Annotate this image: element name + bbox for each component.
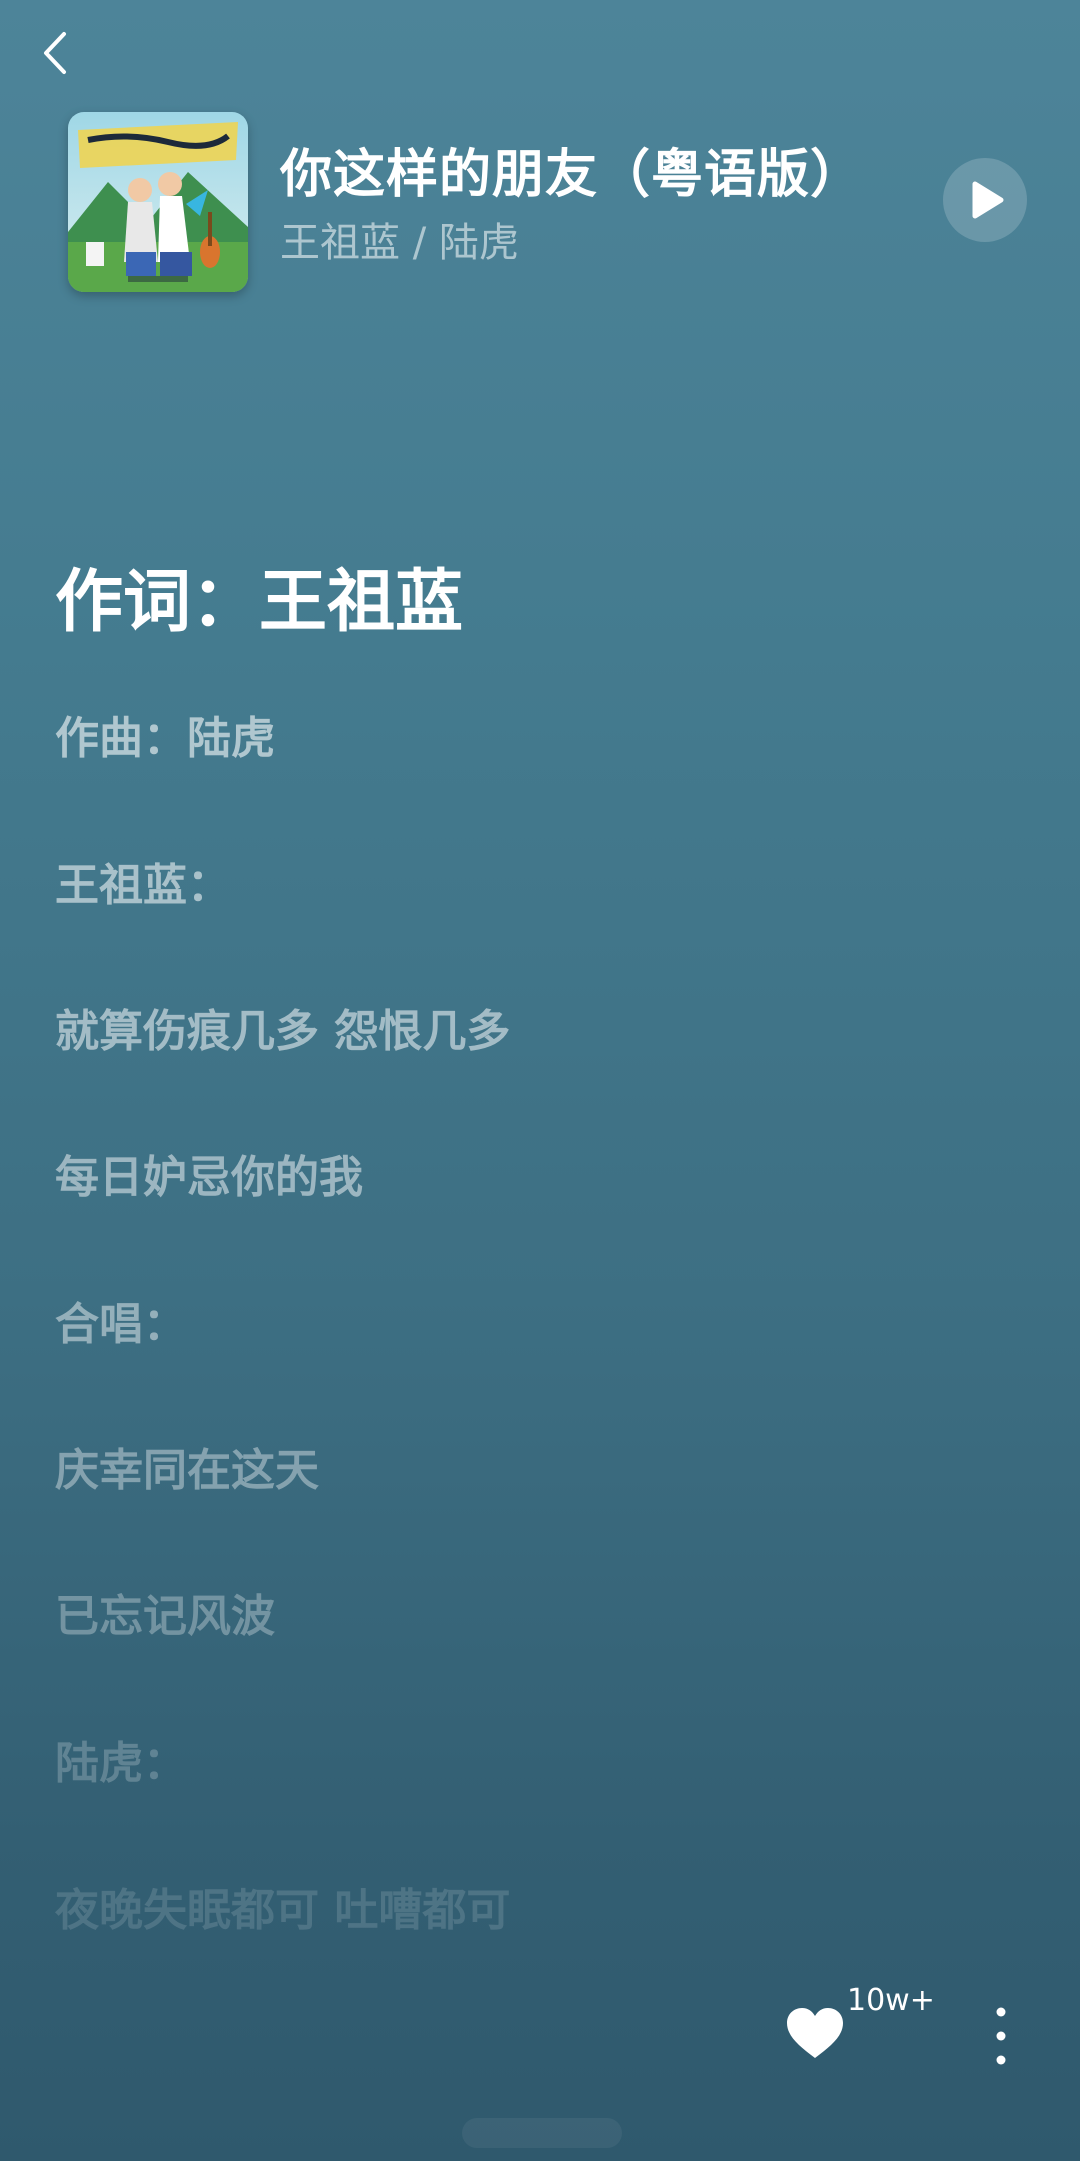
like-button[interactable] [785, 2006, 845, 2062]
lyric-line: 作曲：陆虎 [55, 713, 275, 764]
play-button[interactable] [943, 158, 1027, 242]
watermark [462, 2118, 622, 2148]
lyric-line: 合唱： [55, 1299, 187, 1350]
lyric-line: 王祖蓝： [55, 860, 231, 911]
lyric-line: 就算伤痕几多 怨恨几多 [55, 1006, 511, 1057]
play-icon [972, 181, 1004, 219]
lyric-line: 每日妒忌你的我 [55, 1152, 363, 1203]
lyric-line-active: 作词：王祖蓝 [55, 563, 464, 642]
album-art-image [68, 112, 248, 292]
lyric-line: 夜晚失眠都可 吐嘈都可 [55, 1885, 511, 1936]
lyric-line: 庆幸同在这天 [55, 1445, 319, 1496]
song-title: 你这样的朋友（粤语版） [280, 145, 864, 205]
lyric-line: 陆虎： [55, 1738, 187, 1789]
song-artist[interactable]: 王祖蓝 / 陆虎 [280, 210, 519, 268]
like-count: 10w+ [847, 1983, 935, 2018]
album-cover[interactable] [68, 112, 248, 292]
more-button[interactable] [983, 2004, 1019, 2068]
back-button[interactable] [32, 22, 84, 84]
heart-icon [787, 2008, 843, 2058]
chevron-left-icon [44, 32, 66, 74]
lyric-line: 已忘记风波 [55, 1591, 275, 1642]
more-vertical-icon [996, 2007, 1006, 2065]
